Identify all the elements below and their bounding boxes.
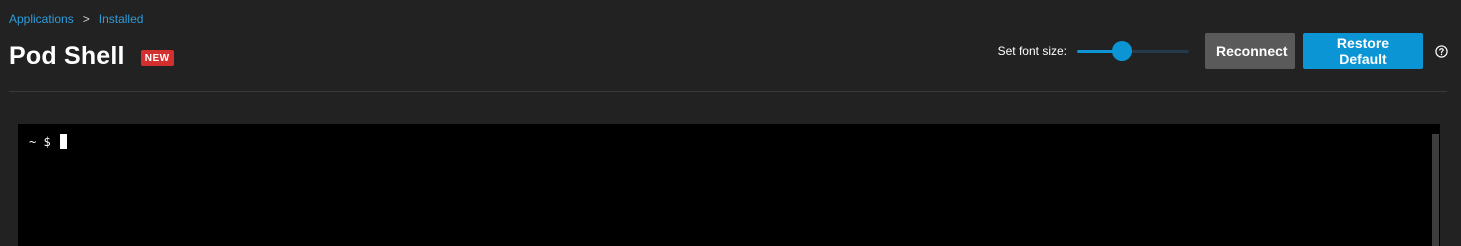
help-circle-icon[interactable]: [1434, 44, 1448, 58]
terminal-prompt-line: ~ $: [29, 134, 67, 149]
terminal-prompt: ~ $: [29, 134, 58, 149]
restore-default-button[interactable]: Restore Default: [1303, 33, 1423, 69]
new-badge: NEW: [140, 49, 174, 66]
breadcrumb: Applications > Installed: [9, 12, 143, 26]
pod-shell-page: Applications > Installed Pod Shell NEW S…: [0, 0, 1461, 246]
header-divider: [9, 91, 1447, 92]
shell-controls: Set font size: Reconnect Restore Default: [998, 33, 1461, 69]
slider-thumb[interactable]: [1111, 41, 1132, 61]
breadcrumb-installed[interactable]: Installed: [99, 12, 144, 26]
font-size-slider[interactable]: [1077, 41, 1189, 61]
terminal[interactable]: ~ $: [18, 124, 1440, 246]
title-row: Pod Shell NEW: [9, 42, 174, 71]
page-title: Pod Shell: [9, 42, 125, 70]
breadcrumb-separator: >: [82, 12, 90, 26]
terminal-scrollbar[interactable]: [1432, 134, 1439, 246]
font-size-label: Set font size:: [997, 44, 1067, 58]
reconnect-button[interactable]: Reconnect: [1205, 33, 1295, 69]
terminal-cursor: [59, 134, 67, 149]
breadcrumb-applications[interactable]: Applications: [9, 12, 74, 26]
